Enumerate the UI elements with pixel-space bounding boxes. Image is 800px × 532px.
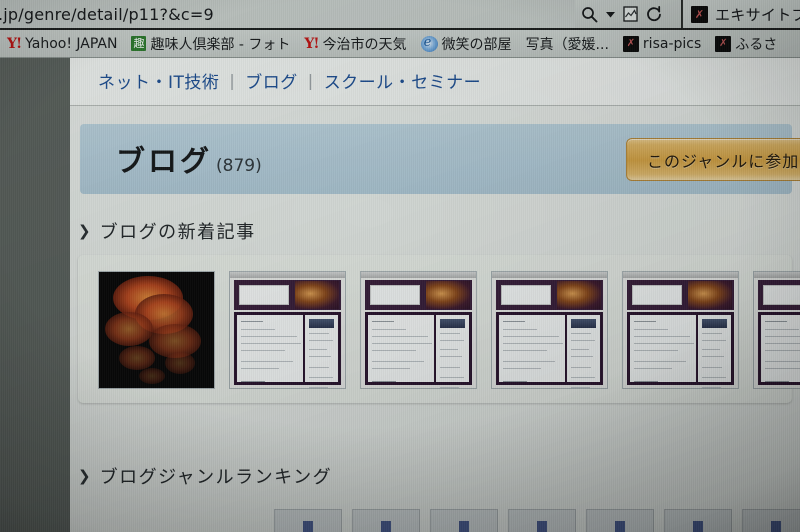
genre-header: ブログ (879) このジャンルに参加する [80,124,800,194]
screen-photo: .jp/genre/detail/p11?&c=9 ✗ エキサイト Y! Yah… [0,0,800,532]
page-viewport: ネット・IT技術 | ブログ | スクール・セミナー ブログ (879) このジ… [0,57,800,532]
thumbnail-autumn-photo[interactable] [98,271,215,389]
bookmark-hohoemi-room[interactable]: 微笑の部屋 [416,33,517,55]
bookmark-shumito-photo[interactable]: 趣 趣味人倶楽部 - フォト [126,33,295,55]
bookmark-label: 写真（愛媛... [525,36,609,53]
ranking-thumbnail[interactable] [664,509,732,532]
tab-title: エキサイトブロ [715,5,800,24]
bookmark-imabari-weather[interactable]: Y! 今治市の天気 [299,33,411,55]
new-articles-strip [78,255,800,403]
bookmark-label: 微笑の部屋 [441,36,512,53]
bookmark-label: 趣味人倶楽部 - フォト [150,36,291,53]
nav-link-net-it[interactable]: ネット・IT技術 [88,68,229,93]
page-content: ネット・IT技術 | ブログ | スクール・セミナー ブログ (879) このジ… [70,57,800,532]
genre-title-group: ブログ (879) [116,138,262,180]
thumbnail-blog-screenshot-1[interactable] [229,271,346,389]
thumbnail-blog-screenshot-4[interactable] [622,271,739,389]
yahoo-icon: Y! [304,35,319,52]
address-bar[interactable]: .jp/genre/detail/p11?&c=9 [0,0,575,28]
section-heading-label: ブログジャンルランキング [99,467,333,488]
chevron-right-icon: ❯ [78,466,91,485]
thumbnail-blog-screenshot-2[interactable] [360,271,477,389]
thumbnail-blog-screenshot-3[interactable] [491,271,608,389]
join-genre-button[interactable]: このジャンルに参加する [626,138,800,181]
tab-excite-blog[interactable]: ✗ エキサイトブロ [691,0,800,28]
refresh-icon[interactable] [646,5,662,23]
page-icon[interactable] [623,6,638,22]
tab-strip: ✗ エキサイトブロ [681,0,800,28]
nav-link-school-seminar[interactable]: スクール・セミナー [314,68,492,93]
excite-favicon-icon: ✗ [622,35,639,52]
nav-link-blog[interactable]: ブログ [235,68,308,93]
yahoo-icon: Y! [7,35,22,52]
ie-icon [420,35,438,52]
bookmarks-bar: Y! Yahoo! JAPAN 趣 趣味人倶楽部 - フォト Y! 今治市の天気… [0,30,800,58]
section-heading-genre-ranking[interactable]: ❯ ブログジャンルランキング [78,463,332,489]
shumito-icon: 趣 [131,36,147,51]
page-title: ブログ [116,144,213,178]
thumbnail-list [98,271,800,389]
url-text: .jp/genre/detail/p11?&c=9 [0,4,214,24]
ranking-thumbnail[interactable] [430,509,498,532]
ranking-thumbnail[interactable] [274,509,342,532]
bookmark-label: ふるさ [735,36,778,53]
bookmark-yahoo-japan[interactable]: Y! Yahoo! JAPAN [2,33,122,55]
ranking-thumbnail[interactable] [742,509,800,532]
search-icon[interactable] [581,6,598,23]
bookmark-photo-ehime[interactable]: 写真（愛媛... [521,33,614,55]
address-bar-row: .jp/genre/detail/p11?&c=9 ✗ エキサイト [0,0,800,30]
address-bar-tools [575,0,681,28]
section-heading-new-articles[interactable]: ❯ ブログの新着記事 [78,218,256,244]
genre-entry-count: (879) [216,156,262,176]
bookmark-label: Yahoo! JAPAN [25,35,118,52]
excite-favicon-icon: ✗ [691,5,708,23]
bookmark-label: 今治市の天気 [322,36,407,53]
bookmark-furusato[interactable]: ✗ ふるさ [710,33,782,55]
section-heading-label: ブログの新着記事 [99,222,256,243]
chevron-down-icon[interactable] [606,11,615,18]
bookmark-risa-pics[interactable]: ✗ risa-pics [618,33,706,55]
join-genre-button-label: このジャンルに参加する [647,151,800,171]
bookmark-label: risa-pics [642,35,702,52]
browser-chrome: .jp/genre/detail/p11?&c=9 ✗ エキサイト Y! Yah… [0,0,800,58]
ranking-thumbnail-row [78,509,800,532]
ranking-thumbnail[interactable] [352,509,420,532]
thumbnail-blog-screenshot-5[interactable] [753,271,800,389]
ranking-thumbnail[interactable] [586,509,654,532]
genre-nav-links: ネット・IT技術 | ブログ | スクール・セミナー [88,68,491,93]
genre-nav-bar: ネット・IT技術 | ブログ | スクール・セミナー [70,57,800,106]
ranking-thumbnail[interactable] [508,509,576,532]
chevron-right-icon: ❯ [78,221,91,240]
excite-favicon-icon: ✗ [715,35,732,52]
